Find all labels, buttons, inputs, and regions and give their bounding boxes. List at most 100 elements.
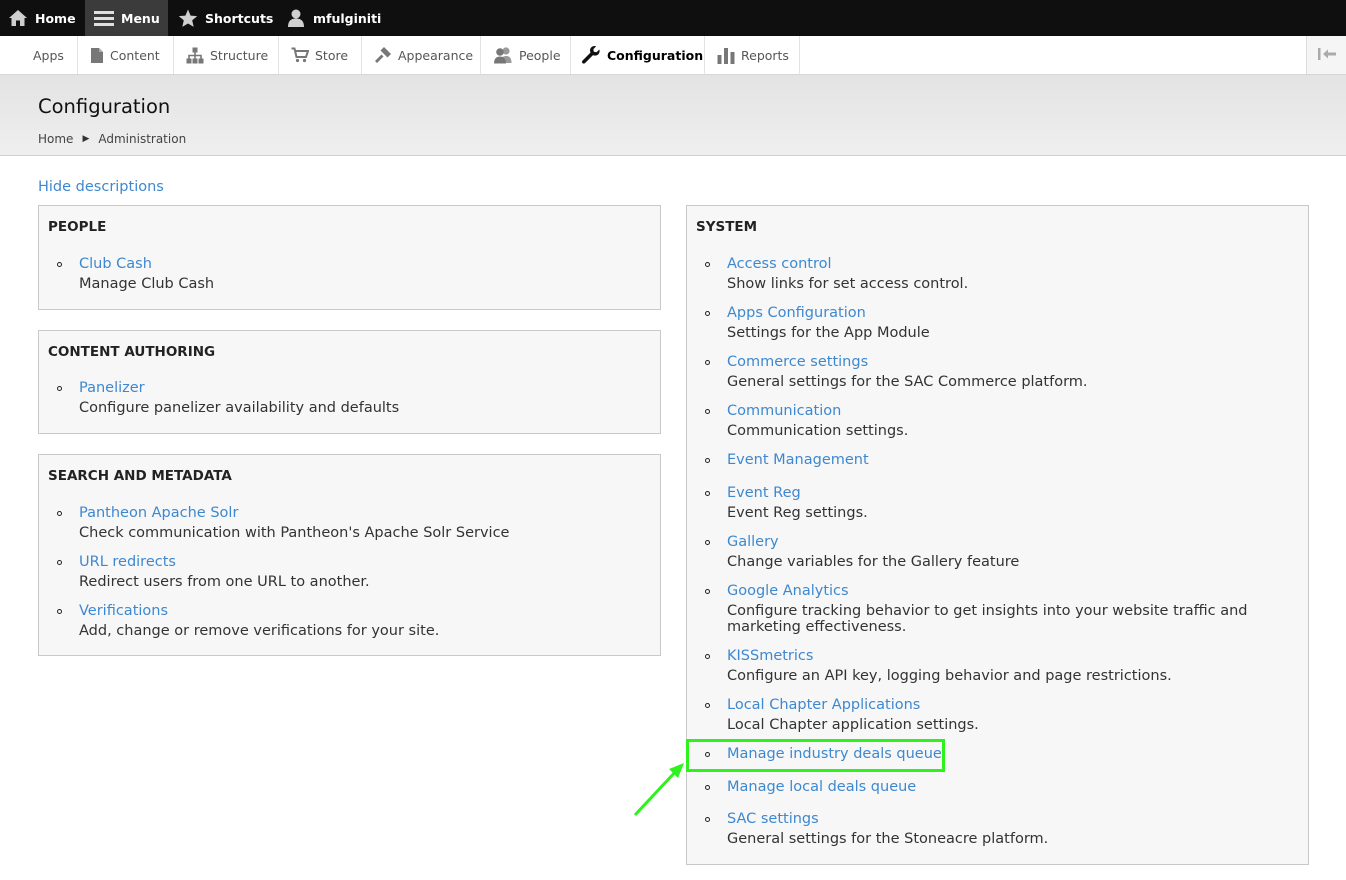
tray-item-label: Store bbox=[315, 47, 349, 63]
config-link-sac-settings[interactable]: SAC settings bbox=[727, 811, 819, 827]
toolbar-user-tab[interactable]: mfulginiti bbox=[278, 0, 389, 36]
config-description: Event Reg settings. bbox=[727, 505, 868, 521]
config-link-event-reg[interactable]: Event Reg bbox=[727, 485, 801, 501]
config-description: General settings for the Stoneacre platf… bbox=[727, 831, 1049, 847]
toolbar-menu-label: Menu bbox=[121, 10, 160, 26]
config-link-commerce-settings[interactable]: Commerce settings bbox=[727, 354, 868, 370]
tray-item-label: People bbox=[519, 47, 561, 63]
bullet-icon bbox=[57, 386, 62, 391]
sitemap-icon bbox=[186, 47, 204, 64]
config-description: Check communication with Pantheon's Apac… bbox=[79, 525, 510, 541]
bar-chart-icon bbox=[717, 47, 735, 64]
config-link-event-management[interactable]: Event Management bbox=[727, 452, 869, 468]
config-link-gallery[interactable]: Gallery bbox=[727, 534, 779, 550]
tray-item-label: Content bbox=[110, 47, 160, 63]
tray-orientation-toggle[interactable] bbox=[1306, 36, 1346, 74]
config-description: Local Chapter application settings. bbox=[727, 717, 979, 733]
toolbar-shortcuts-tab[interactable]: Shortcuts bbox=[170, 0, 281, 36]
config-description: Redirect users from one URL to another. bbox=[79, 574, 370, 590]
panel-search-and-metadata: SEARCH AND METADATA Pantheon Apache Solr… bbox=[38, 454, 661, 656]
config-link-kissmetrics[interactable]: KISSmetrics bbox=[727, 648, 813, 664]
bullet-icon bbox=[705, 491, 710, 496]
bullet-icon bbox=[705, 311, 710, 316]
toolbar-shortcuts-label: Shortcuts bbox=[205, 10, 274, 26]
tray-item-label: Apps bbox=[33, 47, 64, 63]
bullet-icon bbox=[705, 785, 710, 790]
bullet-icon bbox=[57, 609, 62, 614]
admin-toolbar: Home Menu Shortcuts mfulginiti bbox=[0, 0, 1346, 36]
config-description: Change variables for the Gallery feature bbox=[727, 554, 1020, 570]
panel-title: CONTENT AUTHORING bbox=[48, 344, 216, 360]
tray-item-people[interactable]: People bbox=[481, 36, 571, 74]
toolbar-menu-tab[interactable]: Menu bbox=[85, 0, 168, 36]
config-description: General settings for the SAC Commerce pl… bbox=[727, 374, 1088, 390]
config-link-access-control[interactable]: Access control bbox=[727, 256, 832, 272]
config-link-pantheon-apache-solr[interactable]: Pantheon Apache Solr bbox=[79, 505, 238, 521]
panel-title: PEOPLE bbox=[48, 219, 107, 235]
toolbar-user-label: mfulginiti bbox=[313, 10, 382, 26]
home-icon bbox=[8, 9, 28, 27]
tray-item-apps[interactable]: Apps bbox=[0, 36, 78, 74]
panel-title: SYSTEM bbox=[696, 219, 758, 235]
wrench-icon bbox=[581, 45, 601, 65]
panel-people: PEOPLE Club Cash Manage Club Cash bbox=[38, 205, 661, 310]
cart-icon bbox=[291, 47, 309, 63]
tray-item-label: Appearance bbox=[398, 47, 474, 63]
tray-item-label: Configuration bbox=[607, 47, 704, 63]
config-description: Show links for set access control. bbox=[727, 276, 969, 292]
config-description: Configure tracking behavior to get insig… bbox=[727, 603, 1248, 635]
breadcrumb-home-link[interactable]: Home bbox=[38, 132, 73, 146]
breadcrumb-separator-icon: ▶ bbox=[82, 134, 90, 144]
star-icon bbox=[178, 9, 198, 28]
bullet-icon bbox=[57, 262, 62, 267]
panel-content-authoring: CONTENT AUTHORING Panelizer Configure pa… bbox=[38, 330, 661, 434]
config-link-panelizer[interactable]: Panelizer bbox=[79, 380, 145, 396]
config-link-local-chapter-applications[interactable]: Local Chapter Applications bbox=[727, 697, 920, 713]
config-link-google-analytics[interactable]: Google Analytics bbox=[727, 583, 849, 599]
tray-item-appearance[interactable]: Appearance bbox=[362, 36, 481, 74]
bullet-icon bbox=[705, 409, 710, 414]
bullet-icon bbox=[705, 589, 710, 594]
toolbar-home-label: Home bbox=[35, 10, 76, 26]
tray-item-reports[interactable]: Reports bbox=[705, 36, 800, 74]
config-description: Manage Club Cash bbox=[79, 276, 215, 292]
config-description: Settings for the App Module bbox=[727, 325, 930, 341]
file-icon bbox=[90, 47, 104, 64]
breadcrumb-administration-link[interactable]: Administration bbox=[98, 132, 186, 146]
bullet-icon bbox=[705, 540, 710, 545]
bullet-icon bbox=[57, 511, 62, 516]
config-link-url-redirects[interactable]: URL redirects bbox=[79, 554, 176, 570]
bullet-icon bbox=[57, 560, 62, 565]
tray-item-store[interactable]: Store bbox=[279, 36, 362, 74]
config-link-club-cash[interactable]: Club Cash bbox=[79, 256, 152, 272]
bullet-icon bbox=[705, 458, 710, 463]
toolbar-home-link[interactable]: Home bbox=[0, 0, 84, 36]
bullet-icon bbox=[705, 703, 710, 708]
panel-title: SEARCH AND METADATA bbox=[48, 468, 232, 484]
bullet-icon bbox=[705, 360, 710, 365]
tray-item-label: Structure bbox=[210, 47, 269, 63]
page-header: Configuration Home ▶ Administration bbox=[0, 75, 1346, 156]
hamburger-icon bbox=[94, 9, 114, 27]
tray-item-structure[interactable]: Structure bbox=[174, 36, 279, 74]
tray-item-content[interactable]: Content bbox=[78, 36, 174, 74]
bullet-icon bbox=[705, 817, 710, 822]
highlight-box bbox=[686, 739, 945, 772]
config-description: Communication settings. bbox=[727, 423, 909, 439]
breadcrumb: Home ▶ Administration bbox=[38, 132, 186, 146]
config-link-apps-configuration[interactable]: Apps Configuration bbox=[727, 305, 866, 321]
tray-item-configuration[interactable]: Configuration bbox=[571, 36, 705, 74]
collapse-left-icon bbox=[1317, 46, 1337, 65]
bullet-icon bbox=[705, 262, 710, 267]
config-link-manage-local-deals-queue[interactable]: Manage local deals queue bbox=[727, 779, 916, 795]
config-description: Add, change or remove verifications for … bbox=[79, 623, 440, 639]
config-link-communication[interactable]: Communication bbox=[727, 403, 841, 419]
annotation-arrow-icon bbox=[633, 763, 684, 817]
config-description: Configure an API key, logging behavior a… bbox=[727, 668, 1172, 684]
hide-descriptions-link[interactable]: Hide descriptions bbox=[38, 179, 164, 195]
toolbar-tray: Apps Content Structure Store Appearance … bbox=[0, 36, 1346, 75]
tray-item-label: Reports bbox=[741, 47, 789, 63]
config-link-verifications[interactable]: Verifications bbox=[79, 603, 168, 619]
bullet-icon bbox=[705, 654, 710, 659]
user-icon bbox=[286, 8, 306, 28]
